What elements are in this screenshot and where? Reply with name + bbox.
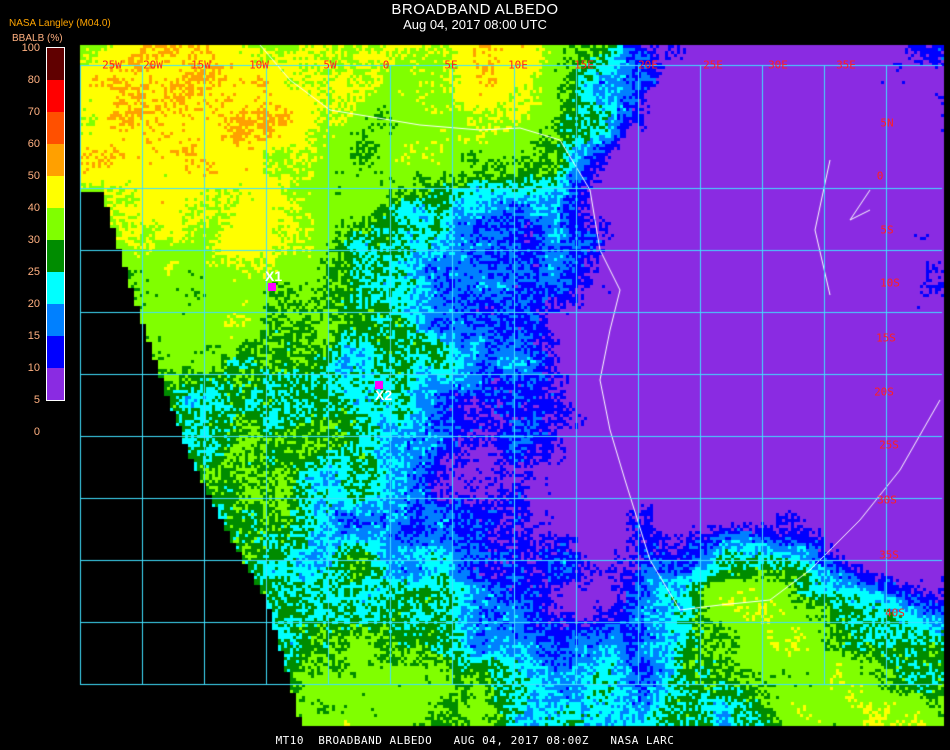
latitude-label: 15S	[876, 331, 896, 345]
longitude-label: 5E	[444, 58, 458, 72]
colorbar-tick: 25	[27, 266, 40, 278]
colorbar-tick: 40	[27, 202, 40, 214]
colorbar-tick: 70	[27, 106, 40, 118]
latitude-label: 30S	[877, 493, 897, 507]
colorbar-bin	[47, 112, 64, 144]
colorbar-tick: 60	[27, 138, 40, 150]
footer-caption: MT10 BROADBAND ALBEDO AUG 04, 2017 08:00…	[275, 734, 675, 747]
colorbar-bin	[47, 208, 64, 240]
colorbar-bin	[47, 368, 64, 400]
latitude-label: 40S	[885, 606, 905, 620]
longitude-label: 25E	[703, 58, 723, 72]
longitude-label: 20E	[638, 58, 658, 72]
colorbar-bin	[47, 80, 64, 112]
marker-x1-label: X1	[265, 268, 283, 284]
colorbar-bin	[47, 336, 64, 368]
latitude-label: 5S	[880, 223, 894, 237]
latitude-label: 5N	[880, 116, 894, 130]
colorbar-bin	[47, 240, 64, 272]
colorbar-tick: 100	[21, 42, 40, 54]
colorbar-tick: 20	[27, 298, 40, 310]
colorbar-bin	[47, 48, 64, 80]
map-title: BROADBAND ALBEDO	[391, 1, 559, 18]
colorbar-tick: 15	[27, 330, 40, 342]
longitude-label: 15E	[574, 58, 594, 72]
albedo-satellite-map	[0, 0, 950, 750]
longitude-label: 10E	[508, 58, 528, 72]
colorbar-tick: 50	[27, 170, 40, 182]
marker-x2-label: X2	[375, 387, 393, 403]
latitude-label: 0	[876, 169, 884, 183]
map-subtitle: Aug 04, 2017 08:00 UTC	[403, 17, 547, 32]
longitude-label: 5W	[323, 58, 337, 72]
colorbar-bin	[47, 272, 64, 304]
colorbar	[46, 47, 65, 401]
longitude-label: 0	[382, 58, 390, 72]
colorbar-bin	[47, 144, 64, 176]
longitude-label: 25W	[102, 58, 122, 72]
latitude-label: 20S	[874, 385, 894, 399]
longitude-label: 15W	[191, 58, 211, 72]
latitude-label: 10S	[880, 276, 900, 290]
longitude-label: 20W	[143, 58, 163, 72]
longitude-label: 35E	[836, 58, 856, 72]
colorbar-tick: 5	[33, 394, 40, 406]
latitude-label: 35S	[879, 548, 899, 562]
colorbar-tick: 80	[27, 74, 40, 86]
longitude-label: 10W	[249, 58, 269, 72]
colorbar-bin	[47, 176, 64, 208]
marker-x2-point	[375, 381, 383, 389]
organization-label: NASA Langley (M04.0)	[9, 18, 111, 29]
longitude-label: 30E	[768, 58, 788, 72]
latitude-label: 25S	[879, 438, 899, 452]
colorbar-tick: 10	[27, 362, 40, 374]
marker-x1-point	[268, 283, 276, 291]
colorbar-tick: 30	[27, 234, 40, 246]
colorbar-bin	[47, 304, 64, 336]
colorbar-tick: 0	[33, 426, 40, 438]
